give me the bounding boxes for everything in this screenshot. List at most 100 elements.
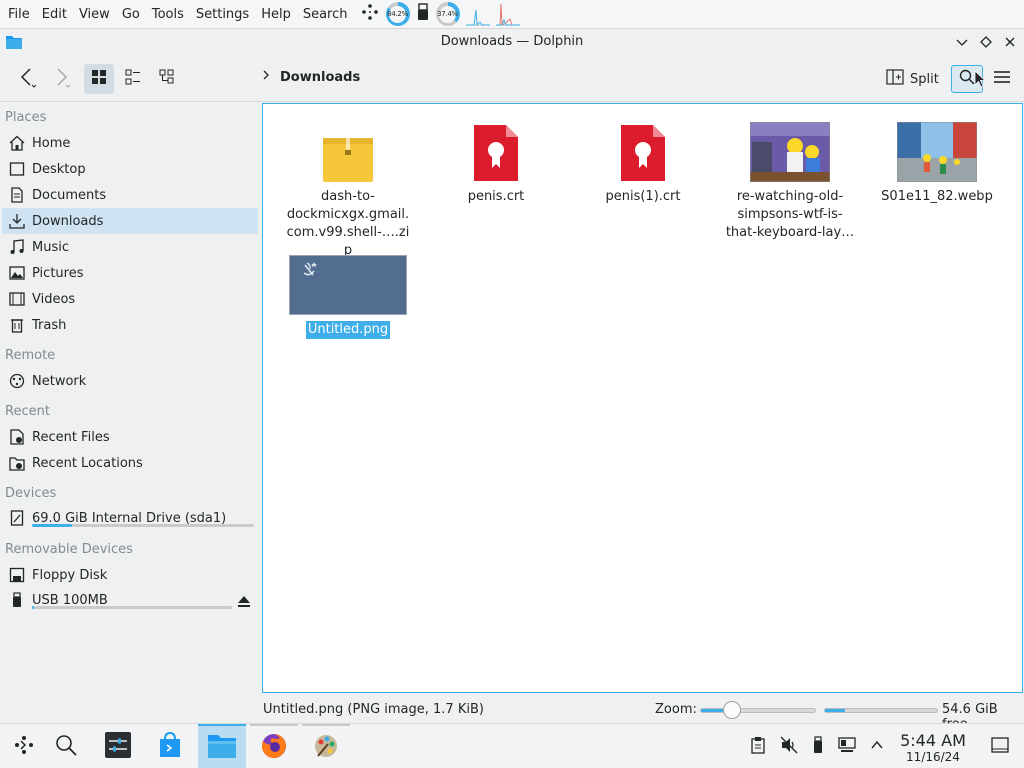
close-icon[interactable]: [1002, 34, 1018, 50]
music-icon: [8, 238, 26, 256]
menu-search[interactable]: Search: [297, 0, 354, 29]
file-item[interactable]: S01e11_82.webp: [867, 116, 1007, 206]
clipboard-icon[interactable]: [750, 736, 766, 758]
file-name: penis(1).crt: [578, 188, 708, 206]
image-thumbnail: [750, 116, 830, 182]
maximize-icon[interactable]: [978, 34, 994, 50]
recent-files-icon: [8, 428, 26, 446]
file-view[interactable]: dash-to- dockmicxgx.gmail. com.v99.shell…: [262, 103, 1023, 693]
menu-go[interactable]: Go: [116, 0, 146, 29]
split-label: Split: [910, 71, 939, 87]
file-name-line: penis.crt: [467, 189, 525, 204]
floppy-disk-icon: [8, 566, 26, 584]
digital-clock[interactable]: 5:44 AM 11/16/24: [898, 732, 968, 765]
compact-view-button[interactable]: [118, 64, 148, 94]
main-toolbar: Downloads: [0, 54, 1024, 102]
cpu-load-gauge[interactable]: 84.2%: [385, 2, 410, 26]
menu-file[interactable]: File: [0, 0, 36, 29]
trash-icon: [8, 316, 26, 334]
sidebar-item-documents[interactable]: Documents: [2, 182, 258, 208]
section-recent: Recent: [5, 404, 50, 419]
usb-device-icon[interactable]: [812, 735, 824, 758]
show-desktop-button[interactable]: [976, 724, 1024, 768]
disk-activity-graph[interactable]: [495, 2, 520, 26]
taskbar-app-dolphin[interactable]: [198, 724, 246, 768]
sidebar-item-label: Home: [32, 135, 71, 151]
sidebar-item-videos[interactable]: Videos: [2, 286, 258, 312]
search-launcher-button[interactable]: [42, 724, 90, 768]
sidebar-item-music[interactable]: Music: [2, 234, 258, 260]
file-item-selected[interactable]: Untitled.png: [278, 249, 418, 339]
sidebar-item-label: Videos: [32, 291, 76, 307]
breadcrumb-current[interactable]: Downloads: [280, 70, 360, 85]
icons-view-button[interactable]: [84, 64, 114, 94]
menu-edit[interactable]: Edit: [36, 0, 73, 29]
split-button[interactable]: Split: [886, 64, 939, 94]
sidebar-item-pictures[interactable]: Pictures: [2, 260, 258, 286]
zoom-slider[interactable]: [700, 708, 816, 713]
sidebar-item-label: Documents: [32, 187, 107, 203]
memory-usage-label: 37.4%: [437, 5, 458, 23]
taskbar-app-firefox[interactable]: [250, 724, 298, 768]
search-icon: [54, 733, 78, 761]
sidebar-item-internal-drive[interactable]: 69.0 GiB Internal Drive (sda1): [2, 505, 258, 531]
global-menu-bar: File Edit View Go Tools Settings Help Se…: [0, 0, 1024, 29]
sidebar-item-label: Desktop: [32, 161, 86, 177]
sidebar-item-trash[interactable]: Trash: [2, 312, 258, 338]
paint-palette-icon: [312, 732, 340, 764]
forward-button[interactable]: [46, 64, 76, 94]
sidebar-item-label: Pictures: [32, 265, 84, 281]
menu-view[interactable]: View: [73, 0, 116, 29]
menu-settings[interactable]: Settings: [190, 0, 255, 29]
taskbar: 5:44 AM 11/16/24: [0, 723, 1024, 768]
back-button[interactable]: [12, 64, 42, 94]
sidebar-item-recent-files[interactable]: Recent Files: [2, 424, 258, 450]
section-places: Places: [5, 110, 47, 125]
file-item[interactable]: re-watching-old- simpsons-wtf-is- that-k…: [720, 116, 860, 242]
sidebar-item-recent-locations[interactable]: Recent Locations: [2, 450, 258, 476]
firefox-icon: [260, 732, 288, 764]
window-title-bar[interactable]: Downloads — Dolphin: [0, 29, 1024, 54]
mouse-cursor-icon: [974, 70, 987, 92]
file-name-line: Untitled.png: [305, 321, 391, 339]
sidebar-item-desktop[interactable]: Desktop: [2, 156, 258, 182]
sidebar-item-usb[interactable]: USB 100MB: [2, 587, 230, 613]
taskbar-app-image-editor[interactable]: [302, 724, 350, 768]
application-launcher-button[interactable]: [0, 724, 48, 768]
menu-tools[interactable]: Tools: [146, 0, 190, 29]
network-icon: [8, 372, 26, 390]
file-item[interactable]: dash-to- dockmicxgx.gmail. com.v99.shell…: [278, 116, 418, 260]
sidebar-item-network[interactable]: Network: [2, 368, 258, 394]
sidebar-item-label: Network: [32, 373, 87, 389]
eject-icon[interactable]: [237, 594, 251, 612]
file-item[interactable]: penis(1).crt: [573, 116, 713, 206]
hamburger-menu-button[interactable]: [988, 65, 1016, 93]
file-name: Untitled.png: [305, 321, 391, 339]
section-remote: Remote: [5, 348, 56, 363]
taskbar-app-discover[interactable]: [146, 724, 194, 768]
network-wired-icon[interactable]: [838, 736, 856, 758]
taskbar-app-system-settings[interactable]: [94, 724, 142, 768]
zoom-slider-handle[interactable]: [723, 701, 742, 719]
file-item[interactable]: penis.crt: [426, 116, 566, 206]
file-name-line: dockmicxgx.gmail.: [286, 207, 410, 222]
usb-drive-icon[interactable]: [416, 2, 430, 26]
memory-usage-gauge[interactable]: 37.4%: [435, 2, 460, 26]
activities-icon[interactable]: [360, 2, 380, 26]
sidebar-item-floppy-disk[interactable]: Floppy Disk: [2, 562, 258, 588]
certificate-icon: [473, 116, 519, 182]
sidebar-item-home[interactable]: Home: [2, 130, 258, 156]
breadcrumb[interactable]: Downloads: [262, 69, 360, 85]
details-view-button[interactable]: [152, 64, 182, 94]
home-icon: [8, 134, 26, 152]
downloads-icon: [8, 212, 26, 230]
expand-tray-chevron-icon[interactable]: [870, 738, 884, 756]
sidebar-item-label: Downloads: [32, 213, 104, 229]
dolphin-folder-icon: [207, 733, 237, 763]
network-activity-graph[interactable]: [465, 2, 490, 27]
volume-muted-icon[interactable]: [780, 736, 798, 758]
image-thumbnail: [289, 249, 407, 315]
minimize-icon[interactable]: [954, 34, 970, 50]
menu-help[interactable]: Help: [255, 0, 297, 29]
sidebar-item-downloads[interactable]: Downloads: [2, 208, 258, 234]
